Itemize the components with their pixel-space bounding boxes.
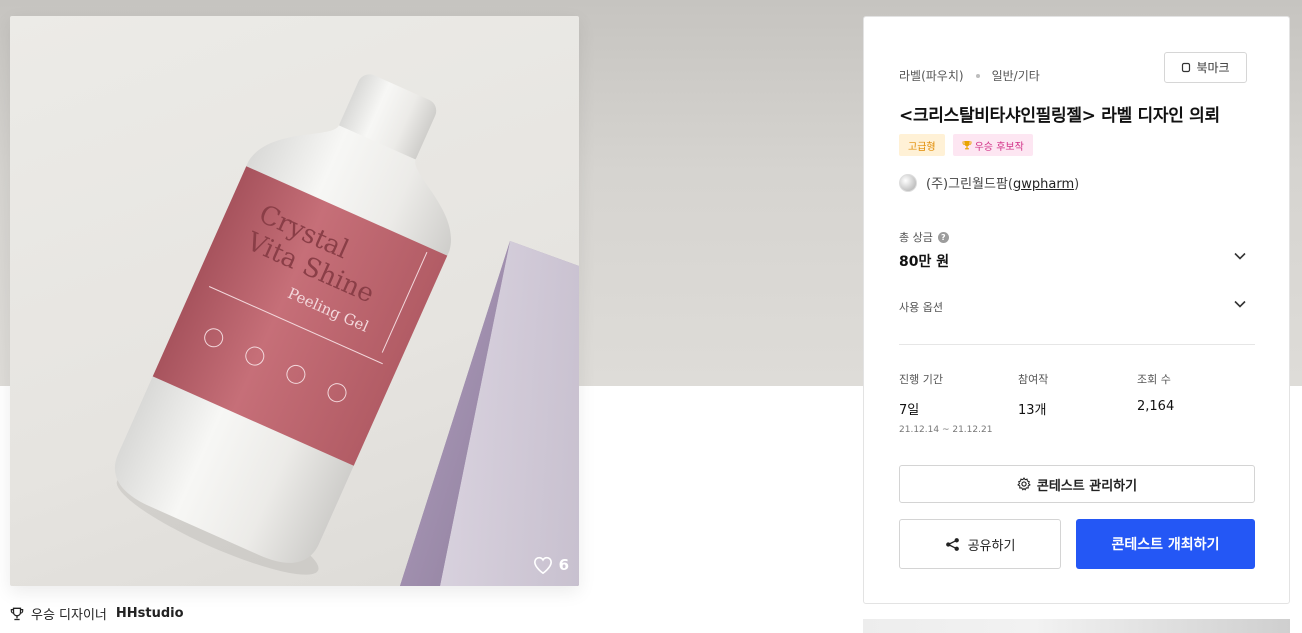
trophy-icon — [962, 140, 972, 150]
chevron-down-icon[interactable] — [1233, 249, 1247, 263]
views-label: 조회 수 — [1137, 373, 1171, 386]
contest-info-panel: 라벨(파우치) 일반/기타 북마크 <크리스탈비타샤인필링젤> 라벨 디자인 의… — [863, 16, 1290, 604]
badge-group: 고급형 우승 후보작 — [899, 134, 1033, 156]
heart-icon — [533, 556, 552, 574]
share-icon — [945, 537, 959, 551]
contest-title: <크리스탈비타샤인필링젤> 라벨 디자인 의뢰 — [899, 106, 1220, 126]
prize-value: 80만 원 — [899, 254, 950, 270]
winner-name[interactable]: HHstudio — [116, 606, 184, 621]
manage-contest-label: 콘테스트 관리하기 — [1036, 478, 1138, 494]
avatar[interactable] — [899, 173, 917, 192]
entries-value: 13개 — [1018, 403, 1047, 418]
prize-label-row: 총 상금 ? — [899, 229, 949, 245]
like-count: 6 — [558, 556, 569, 574]
host-info: (주)그린월드팜(gwpharm) — [899, 173, 1079, 192]
host-contest-button[interactable]: 콘테스트 개최하기 — [1076, 519, 1255, 569]
manage-contest-button[interactable]: 콘테스트 관리하기 — [899, 465, 1255, 503]
help-icon[interactable]: ? — [937, 231, 949, 243]
like-counter[interactable]: 6 — [533, 556, 569, 574]
bookmark-label: 북마크 — [1196, 61, 1230, 75]
chevron-down-icon[interactable] — [1233, 297, 1247, 311]
host-name: (주)그린월드팜 — [926, 177, 1008, 192]
promo-banner[interactable] — [863, 619, 1290, 633]
stat-entries: 참여작 13개 — [1018, 371, 1137, 435]
prize-label: 총 상금 — [899, 231, 933, 244]
host-id-close: ) — [1074, 177, 1080, 192]
views-value: 2,164 — [1137, 399, 1175, 414]
category-secondary[interactable]: 일반/기타 — [992, 67, 1040, 84]
winner-designer: 우승 디자이너 HHstudio — [10, 604, 184, 623]
period-label: 진행 기간 — [899, 373, 943, 386]
share-label: 공유하기 — [967, 538, 1016, 554]
divider — [899, 344, 1255, 345]
stat-period: 진행 기간 7일 21.12.14 ~ 21.12.21 — [899, 371, 1018, 435]
contest-stats: 진행 기간 7일 21.12.14 ~ 21.12.21 참여작 13개 조회 … — [899, 371, 1259, 435]
artwork-image[interactable]: Crystal Vita Shine Peeling Gel 6 — [10, 16, 579, 586]
period-value: 7일 — [899, 403, 920, 418]
winner-prefix: 우승 디자이너 — [31, 608, 107, 623]
premium-badge: 고급형 — [899, 134, 945, 156]
gear-icon — [1017, 477, 1031, 491]
category-primary[interactable]: 라벨(파우치) — [899, 67, 964, 84]
candidate-badge: 우승 후보작 — [952, 134, 1033, 156]
bookmark-icon — [1182, 62, 1191, 73]
category-separator — [975, 73, 980, 78]
period-range: 21.12.14 ~ 21.12.21 — [899, 425, 993, 435]
stat-views: 조회 수 2,164 — [1137, 371, 1256, 435]
category-breadcrumb: 라벨(파우치) 일반/기타 — [899, 67, 1040, 84]
trophy-icon — [10, 607, 24, 620]
share-button[interactable]: 공유하기 — [899, 519, 1061, 569]
entries-label: 참여작 — [1018, 373, 1049, 386]
bookmark-button[interactable]: 북마크 — [1164, 52, 1247, 83]
options-label[interactable]: 사용 옵션 — [899, 299, 943, 315]
host-id-link[interactable]: gwpharm — [1013, 177, 1074, 192]
product-photo: Crystal Vita Shine Peeling Gel — [114, 74, 579, 586]
candidate-badge-label: 우승 후보작 — [974, 141, 1024, 153]
